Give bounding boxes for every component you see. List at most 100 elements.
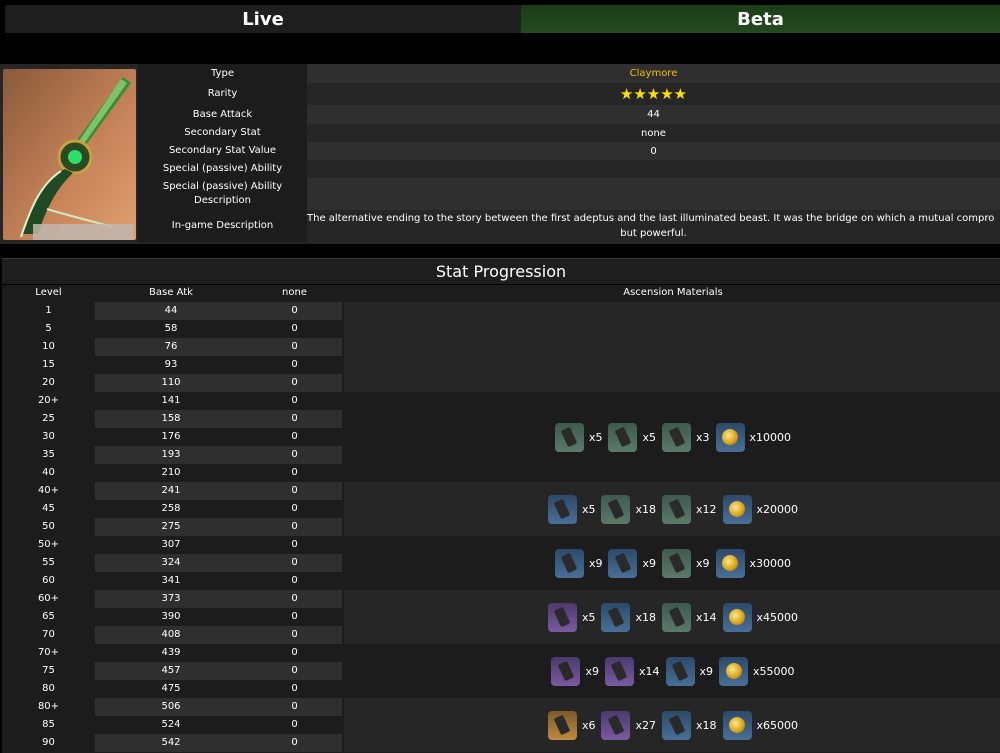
stat-table-body: 1 44 0 5 58 0 10 76 0 15 93 0 20 110 0 20+ 141 0 25 158 0 30 1… xyxy=(2,302,1000,753)
material-icon[interactable] xyxy=(554,422,584,452)
value-secondary-stat-value: 0 xyxy=(307,142,1000,160)
material-count: x9 xyxy=(588,556,603,570)
weapon-image xyxy=(3,69,136,240)
mora-coin-icon[interactable] xyxy=(722,602,752,632)
material-icon[interactable] xyxy=(601,602,631,632)
material-item[interactable]: x45000 xyxy=(722,602,798,632)
coin-icon xyxy=(725,663,742,679)
header-secondary: none xyxy=(282,287,307,298)
table-row: 55 324 0 xyxy=(2,554,342,572)
material-item[interactable]: x9 xyxy=(662,548,710,578)
material-icon[interactable] xyxy=(662,710,691,740)
material-icon[interactable] xyxy=(665,656,695,686)
material-item[interactable]: x27 xyxy=(601,710,656,740)
label-rarity: Rarity xyxy=(138,83,307,105)
material-icon[interactable] xyxy=(551,656,581,686)
material-shape-icon xyxy=(671,660,689,682)
info-row-secondary-stat-value: Secondary Stat Value 0 xyxy=(138,142,1000,160)
material-shape-icon xyxy=(561,552,578,574)
material-icon[interactable] xyxy=(601,494,631,524)
level-cell: 80+ xyxy=(37,701,60,712)
material-item[interactable]: x14 xyxy=(662,602,717,632)
header-ascension-materials: Ascension Materials xyxy=(623,287,723,298)
material-count: x12 xyxy=(696,502,717,516)
ascension-materials-block: x9 x14 x9 x55000 xyxy=(344,644,1000,698)
secondary-cell: 0 xyxy=(291,683,298,694)
material-count: x5 xyxy=(581,502,596,516)
material-icon[interactable] xyxy=(662,602,691,632)
table-row: 80+ 506 0 xyxy=(2,698,342,716)
value-type[interactable]: Claymore xyxy=(307,64,1000,83)
table-row: 80 475 0 xyxy=(2,680,342,698)
material-count: x6 xyxy=(581,718,596,732)
material-shape-icon xyxy=(607,606,625,628)
mora-coin-icon[interactable] xyxy=(715,548,745,578)
secondary-cell: 0 xyxy=(291,575,298,586)
material-icon[interactable] xyxy=(608,422,638,452)
mora-coin-icon[interactable] xyxy=(722,710,752,740)
secondary-cell: 0 xyxy=(291,665,298,676)
table-row: 25 158 0 xyxy=(2,410,342,428)
material-item[interactable]: x9 xyxy=(665,656,713,686)
material-item[interactable]: x14 xyxy=(604,656,660,686)
secondary-cell: 0 xyxy=(291,503,298,514)
material-shape-icon xyxy=(614,426,632,448)
base-atk-cell: 307 xyxy=(161,539,181,550)
material-shape-icon xyxy=(668,552,685,574)
secondary-cell: 0 xyxy=(291,593,298,604)
material-count: x18 xyxy=(635,610,656,624)
material-item[interactable]: x6 xyxy=(547,710,596,740)
material-item[interactable]: x30000 xyxy=(715,548,791,578)
base-atk-cell: 457 xyxy=(161,665,181,676)
mora-coin-icon[interactable] xyxy=(719,656,749,686)
material-icon[interactable] xyxy=(547,602,577,632)
material-count: x9 xyxy=(642,556,656,570)
material-item[interactable]: x55000 xyxy=(719,656,795,686)
label-ingame-desc: In-game Description xyxy=(138,210,307,242)
material-item[interactable]: x18 xyxy=(601,602,656,632)
material-item[interactable]: x5 xyxy=(547,602,595,632)
material-item[interactable]: x5 xyxy=(608,422,656,452)
secondary-cell: 0 xyxy=(291,557,298,568)
material-icon[interactable] xyxy=(547,710,577,740)
table-row: 20+ 141 0 xyxy=(2,392,342,410)
material-item[interactable]: x18 xyxy=(662,710,717,740)
material-shape-icon xyxy=(557,660,575,682)
base-atk-cell: 76 xyxy=(164,341,178,352)
base-atk-cell: 439 xyxy=(161,647,181,658)
base-atk-cell: 141 xyxy=(161,395,181,406)
base-atk-cell: 275 xyxy=(161,521,181,532)
material-item[interactable]: x10000 xyxy=(715,422,791,452)
material-item[interactable]: x9 xyxy=(551,656,599,686)
material-shape-icon xyxy=(554,498,571,520)
material-item[interactable]: x20000 xyxy=(722,494,798,524)
material-item[interactable]: x9 xyxy=(554,548,603,578)
material-item[interactable]: x9 xyxy=(608,548,656,578)
material-item[interactable]: x65000 xyxy=(722,710,798,740)
secondary-cell: 0 xyxy=(291,323,298,334)
material-icon[interactable] xyxy=(601,710,631,740)
tab-beta[interactable]: Beta xyxy=(521,5,1000,33)
material-item[interactable]: x18 xyxy=(601,494,656,524)
level-cell: 75 xyxy=(42,665,55,676)
level-cell: 40+ xyxy=(37,485,60,496)
header-level: Level xyxy=(35,287,62,298)
material-icon[interactable] xyxy=(608,548,638,578)
material-icon[interactable] xyxy=(662,548,691,578)
material-item[interactable]: x12 xyxy=(662,494,717,524)
material-item[interactable]: x5 xyxy=(554,422,602,452)
material-icon[interactable] xyxy=(547,494,577,524)
base-atk-cell: 542 xyxy=(161,737,181,748)
material-icon[interactable] xyxy=(604,656,634,686)
level-cell: 40 xyxy=(42,467,55,478)
material-icon[interactable] xyxy=(554,548,584,578)
mora-coin-icon[interactable] xyxy=(715,422,745,452)
material-icon[interactable] xyxy=(662,422,691,452)
material-icon[interactable] xyxy=(662,494,691,524)
mora-coin-icon[interactable] xyxy=(722,494,752,524)
material-item[interactable]: x3 xyxy=(662,422,710,452)
material-item[interactable]: x5 xyxy=(547,494,596,524)
tab-live[interactable]: Live xyxy=(5,5,521,33)
coin-icon xyxy=(729,717,746,733)
level-cell: 15 xyxy=(42,359,55,370)
